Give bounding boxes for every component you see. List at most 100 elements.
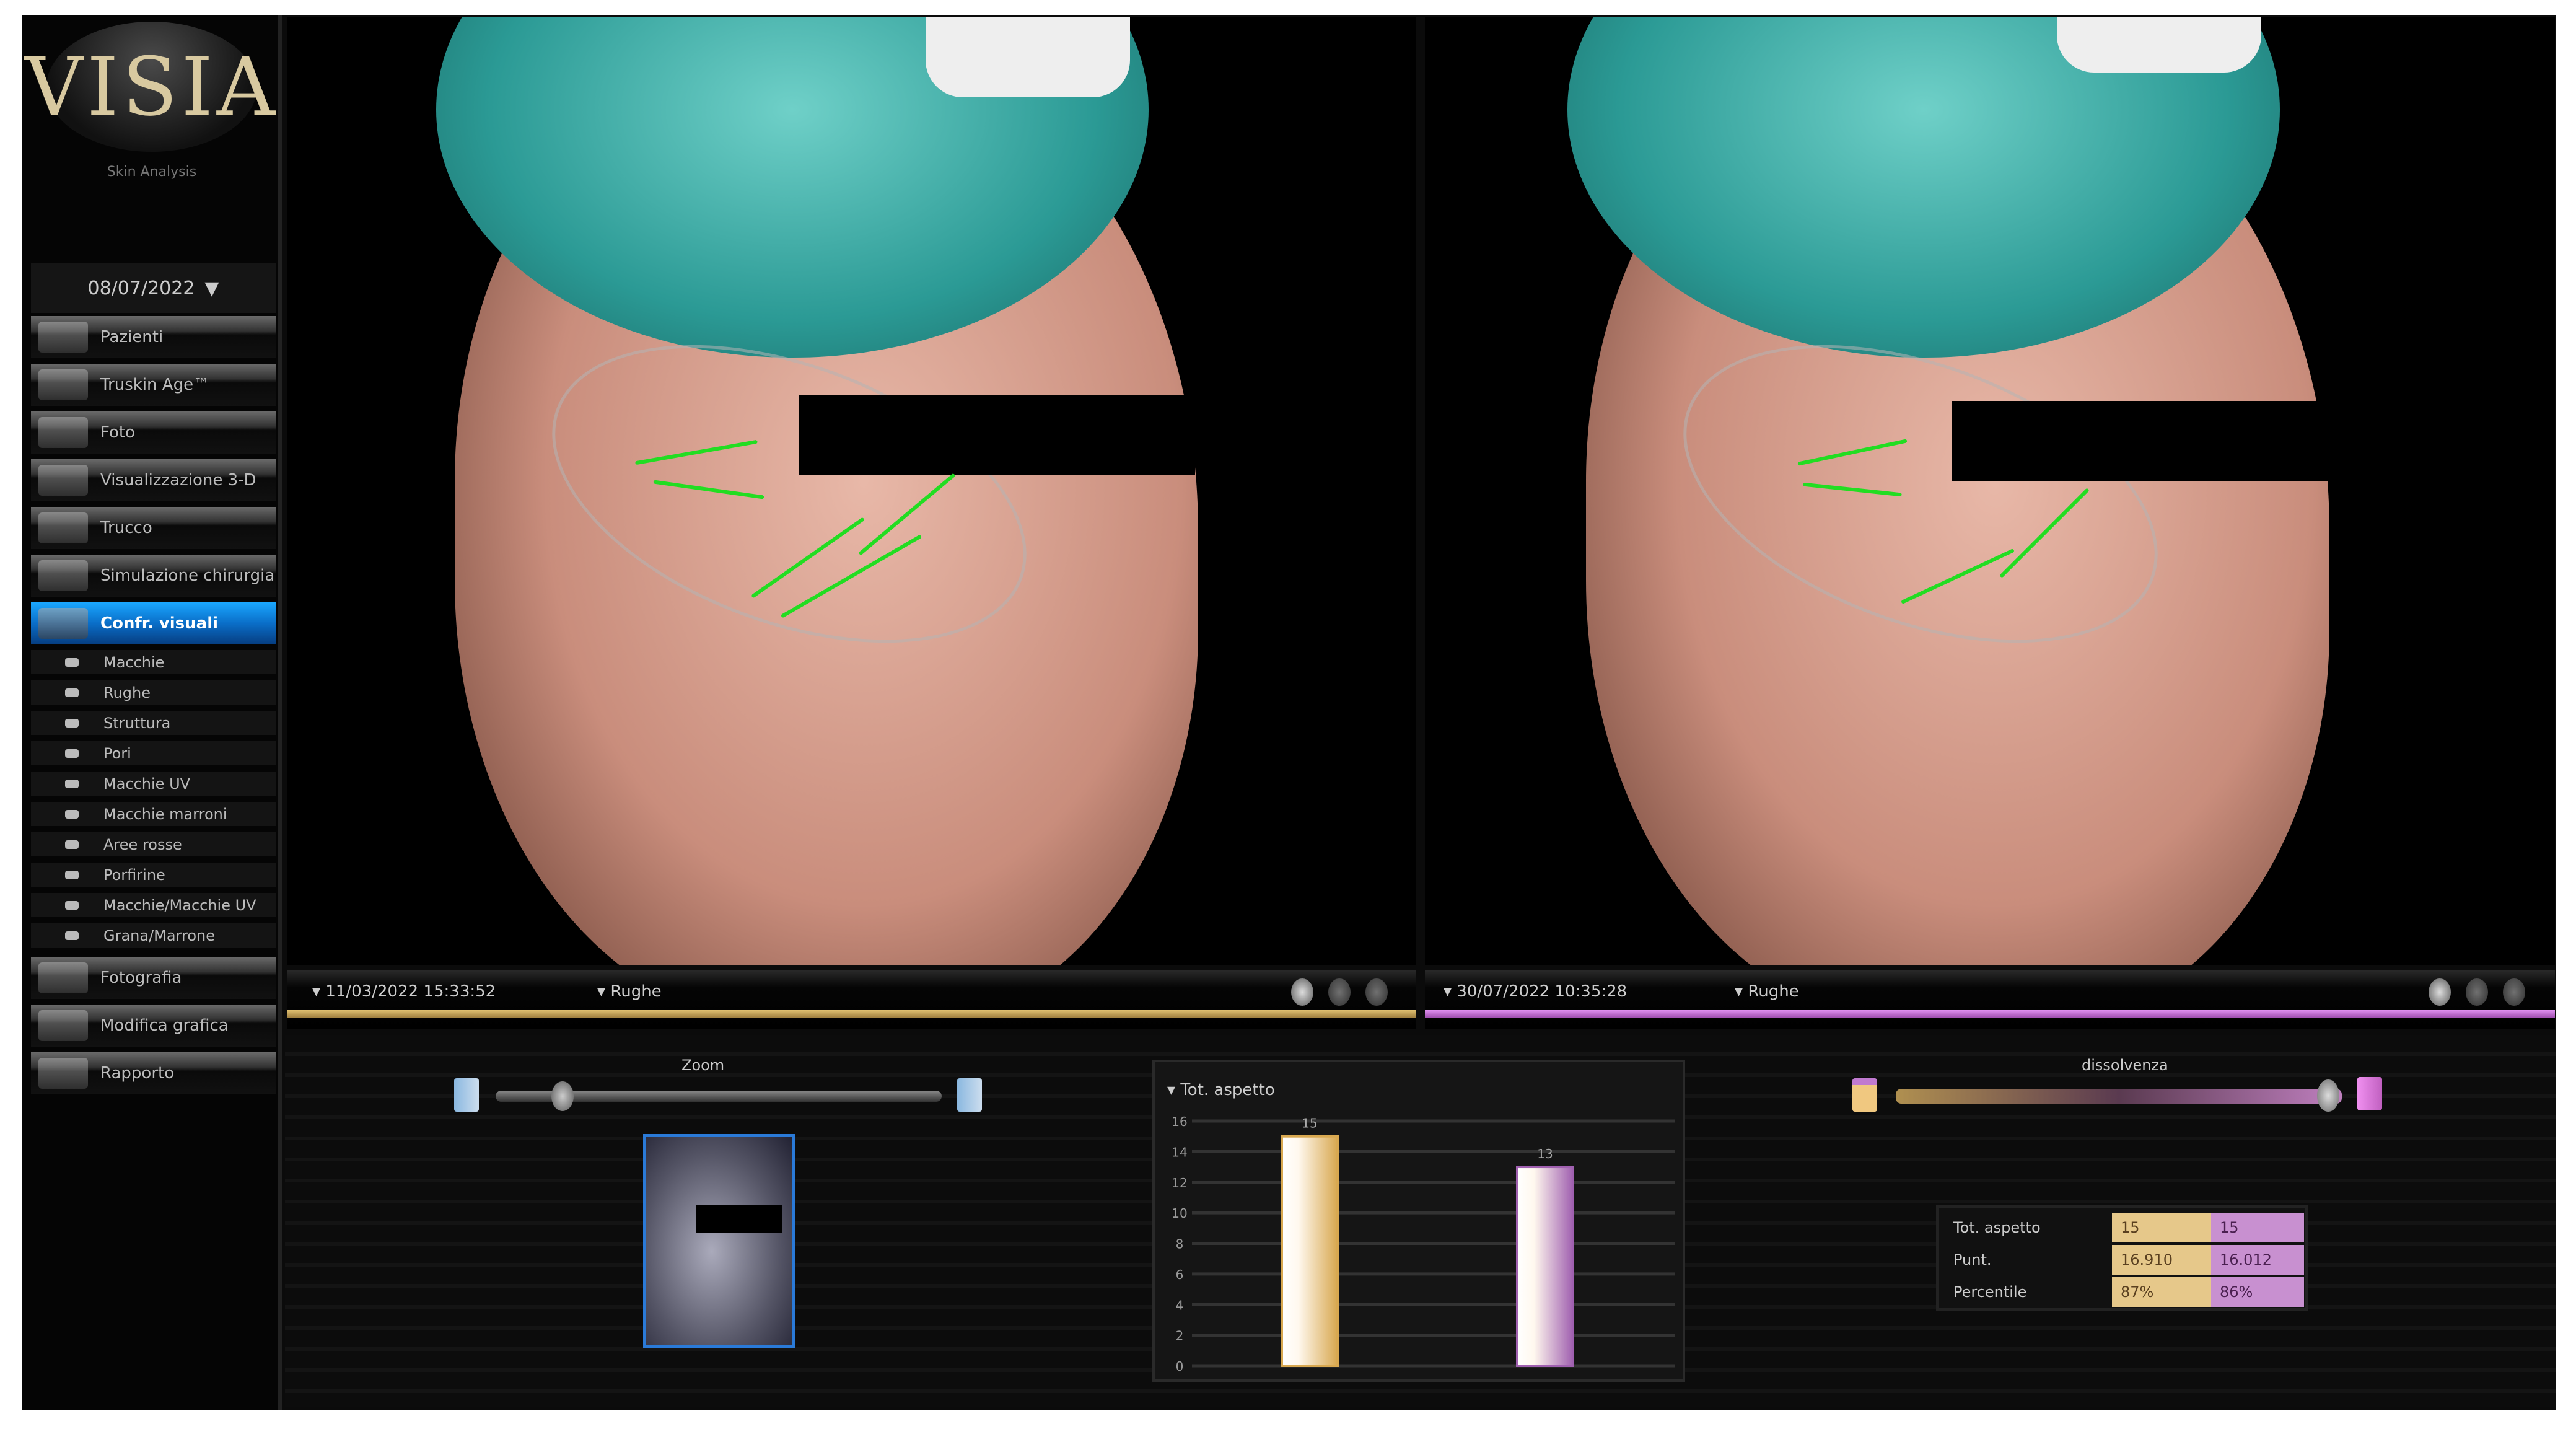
table-cell-b: 16.012: [2211, 1245, 2304, 1275]
sidebar-subitem-label: Aree rosse: [103, 835, 182, 853]
sidebar-subitem-1[interactable]: Rughe: [31, 680, 276, 708]
sidebar-subitem-0[interactable]: Macchie: [31, 650, 276, 677]
sidebar-subitem-5[interactable]: Macchie marroni: [31, 802, 276, 829]
y-tick-label: 16: [1172, 1114, 1187, 1129]
navigator-thumbnail[interactable]: [643, 1134, 795, 1348]
bar-value-label: 13: [1537, 1146, 1553, 1161]
sidebar-subitem-label: Struttura: [103, 714, 171, 732]
close-icon[interactable]: [1328, 978, 1351, 1006]
left-image-toolbar: ▾ 11/03/2022 15:33:52 ▾ Rughe: [287, 970, 1416, 1029]
table-row: Tot. aspetto 15 15: [1939, 1213, 2305, 1244]
settings-icon[interactable]: [1365, 978, 1388, 1006]
table-cell-a: 87%: [2112, 1277, 2211, 1307]
table-cell-label: Tot. aspetto: [1945, 1213, 2106, 1242]
sidebar-item-4[interactable]: Trucco: [31, 507, 276, 549]
sidebar-subitem-8[interactable]: Macchie/Macchie UV: [31, 893, 276, 920]
sidebar-subitem-label: Rughe: [103, 684, 151, 701]
close-icon[interactable]: [2466, 978, 2488, 1006]
photo-before[interactable]: [287, 17, 1416, 965]
y-tick-label: 14: [1172, 1145, 1187, 1159]
sidebar-subitem-4[interactable]: Macchie UV: [31, 772, 276, 799]
logo-subtitle: Skin Analysis: [107, 164, 197, 180]
sidebar-item-3[interactable]: Visualizzazione 3-D: [31, 459, 276, 501]
nav-icon: [38, 560, 88, 591]
feature-dropdown[interactable]: ▾ Rughe: [1735, 982, 1799, 1001]
table-cell-label: Punt.: [1945, 1245, 2106, 1275]
capture-datetime: 11/03/2022 15:33:52: [325, 982, 496, 1001]
feature-dropdown[interactable]: ▾ Rughe: [597, 982, 662, 1001]
table-row: Punt. 16.910 16.012: [1939, 1245, 2305, 1276]
dissolve-slider[interactable]: [1896, 1089, 2342, 1104]
show-after-button[interactable]: [2357, 1077, 2382, 1110]
table-cell-a: 15: [2112, 1213, 2211, 1242]
y-tick-label: 12: [1172, 1176, 1187, 1190]
nav-icon: [38, 962, 88, 993]
bullet-icon: [65, 657, 79, 667]
sidebar-subitem-3[interactable]: Pori: [31, 741, 276, 768]
sidebar-subitem-6[interactable]: Aree rosse: [31, 832, 276, 860]
bullet-icon: [65, 779, 79, 788]
sidebar-item-label: Visualizzazione 3-D: [100, 471, 256, 490]
contrast-icon[interactable]: [1291, 978, 1313, 1006]
y-tick-label: 8: [1176, 1237, 1184, 1252]
table-cell-a: 16.910: [2112, 1245, 2211, 1275]
y-tick-label: 6: [1176, 1267, 1184, 1282]
redaction-bar: [799, 395, 1195, 475]
sidebar-item-label: Truskin Age™: [100, 376, 210, 394]
bullet-icon: [65, 718, 79, 728]
sidebar-bottom-item-0[interactable]: Fotografia: [31, 957, 276, 999]
sidebar-item-label: Confr. visuali: [100, 614, 219, 633]
table-cell-b: 86%: [2211, 1277, 2304, 1307]
sidebar-bottom-item-2[interactable]: Rapporto: [31, 1052, 276, 1094]
sidebar-item-0[interactable]: Pazienti: [31, 316, 276, 358]
bullet-icon: [65, 840, 79, 849]
sidebar-subitem-label: Grana/Marrone: [103, 926, 216, 944]
nav-icon: [38, 417, 88, 448]
sidebar-item-5[interactable]: Simulazione chirurgia: [31, 555, 276, 597]
sidebar-subitem-label: Macchie UV: [103, 775, 191, 793]
accent-line: [287, 1010, 1416, 1018]
zoom-slider-thumb[interactable]: [551, 1081, 574, 1111]
nav-icon: [38, 369, 88, 400]
bar-value-label: 15: [1302, 1116, 1317, 1131]
accent-line: [1425, 1010, 2555, 1018]
sidebar-item-label: Pazienti: [100, 328, 164, 346]
capture-date-dropdown[interactable]: ▾ 30/07/2022 10:35:28: [1444, 982, 1627, 1001]
bullet-icon: [65, 749, 79, 758]
sidebar-subitem-7[interactable]: Porfirine: [31, 863, 276, 890]
head-support: [2057, 17, 2261, 73]
sidebar-item-6[interactable]: Confr. visuali: [31, 602, 276, 644]
capture-datetime: 30/07/2022 10:35:28: [1457, 982, 1628, 1001]
settings-icon[interactable]: [2503, 978, 2525, 1006]
bar-chart: 16 14 12 10 8 6 4 2 0 15 13: [1172, 1114, 1675, 1374]
contrast-icon[interactable]: [2429, 978, 2451, 1006]
y-tick-label: 10: [1172, 1206, 1187, 1221]
show-before-button[interactable]: [1852, 1078, 1877, 1112]
bullet-icon: [65, 900, 79, 910]
sidebar: VISIA Skin Analysis 08/07/2022 ▼ Pazienti…: [22, 15, 282, 1410]
sidebar-item-2[interactable]: Foto: [31, 411, 276, 454]
nav-icon: [38, 512, 88, 543]
sidebar-subitem-2[interactable]: Struttura: [31, 711, 276, 738]
zoom-in-button[interactable]: [957, 1078, 982, 1112]
sidebar-item-label: Simulazione chirurgia: [100, 566, 275, 585]
sidebar-subitem-label: Macchie marroni: [103, 805, 227, 823]
sidebar-item-label: Fotografia: [100, 969, 182, 987]
sidebar-subitem-9[interactable]: Grana/Marrone: [31, 923, 276, 951]
sidebar-item-1[interactable]: Truskin Age™: [31, 364, 276, 406]
sidebar-bottom-item-1[interactable]: Modifica grafica: [31, 1005, 276, 1047]
right-image-toolbar: ▾ 30/07/2022 10:35:28 ▾ Rughe: [1425, 970, 2555, 1029]
bullet-icon: [65, 870, 79, 879]
capture-date-dropdown[interactable]: ▾ 11/03/2022 15:33:52: [312, 982, 496, 1001]
session-date: 08/07/2022: [87, 277, 195, 299]
nav-icon: [38, 322, 88, 353]
nav-icon: [38, 1058, 88, 1089]
redaction-bar: [696, 1205, 782, 1233]
nav-icon: [38, 1010, 88, 1041]
photo-after[interactable]: [1425, 17, 2555, 965]
zoom-out-button[interactable]: [454, 1078, 479, 1112]
table-cell-label: Percentile: [1945, 1277, 2106, 1307]
sidebar-item-label: Foto: [100, 423, 136, 442]
session-date-dropdown[interactable]: 08/07/2022 ▼: [31, 263, 276, 313]
y-tick-label: 2: [1176, 1329, 1184, 1343]
